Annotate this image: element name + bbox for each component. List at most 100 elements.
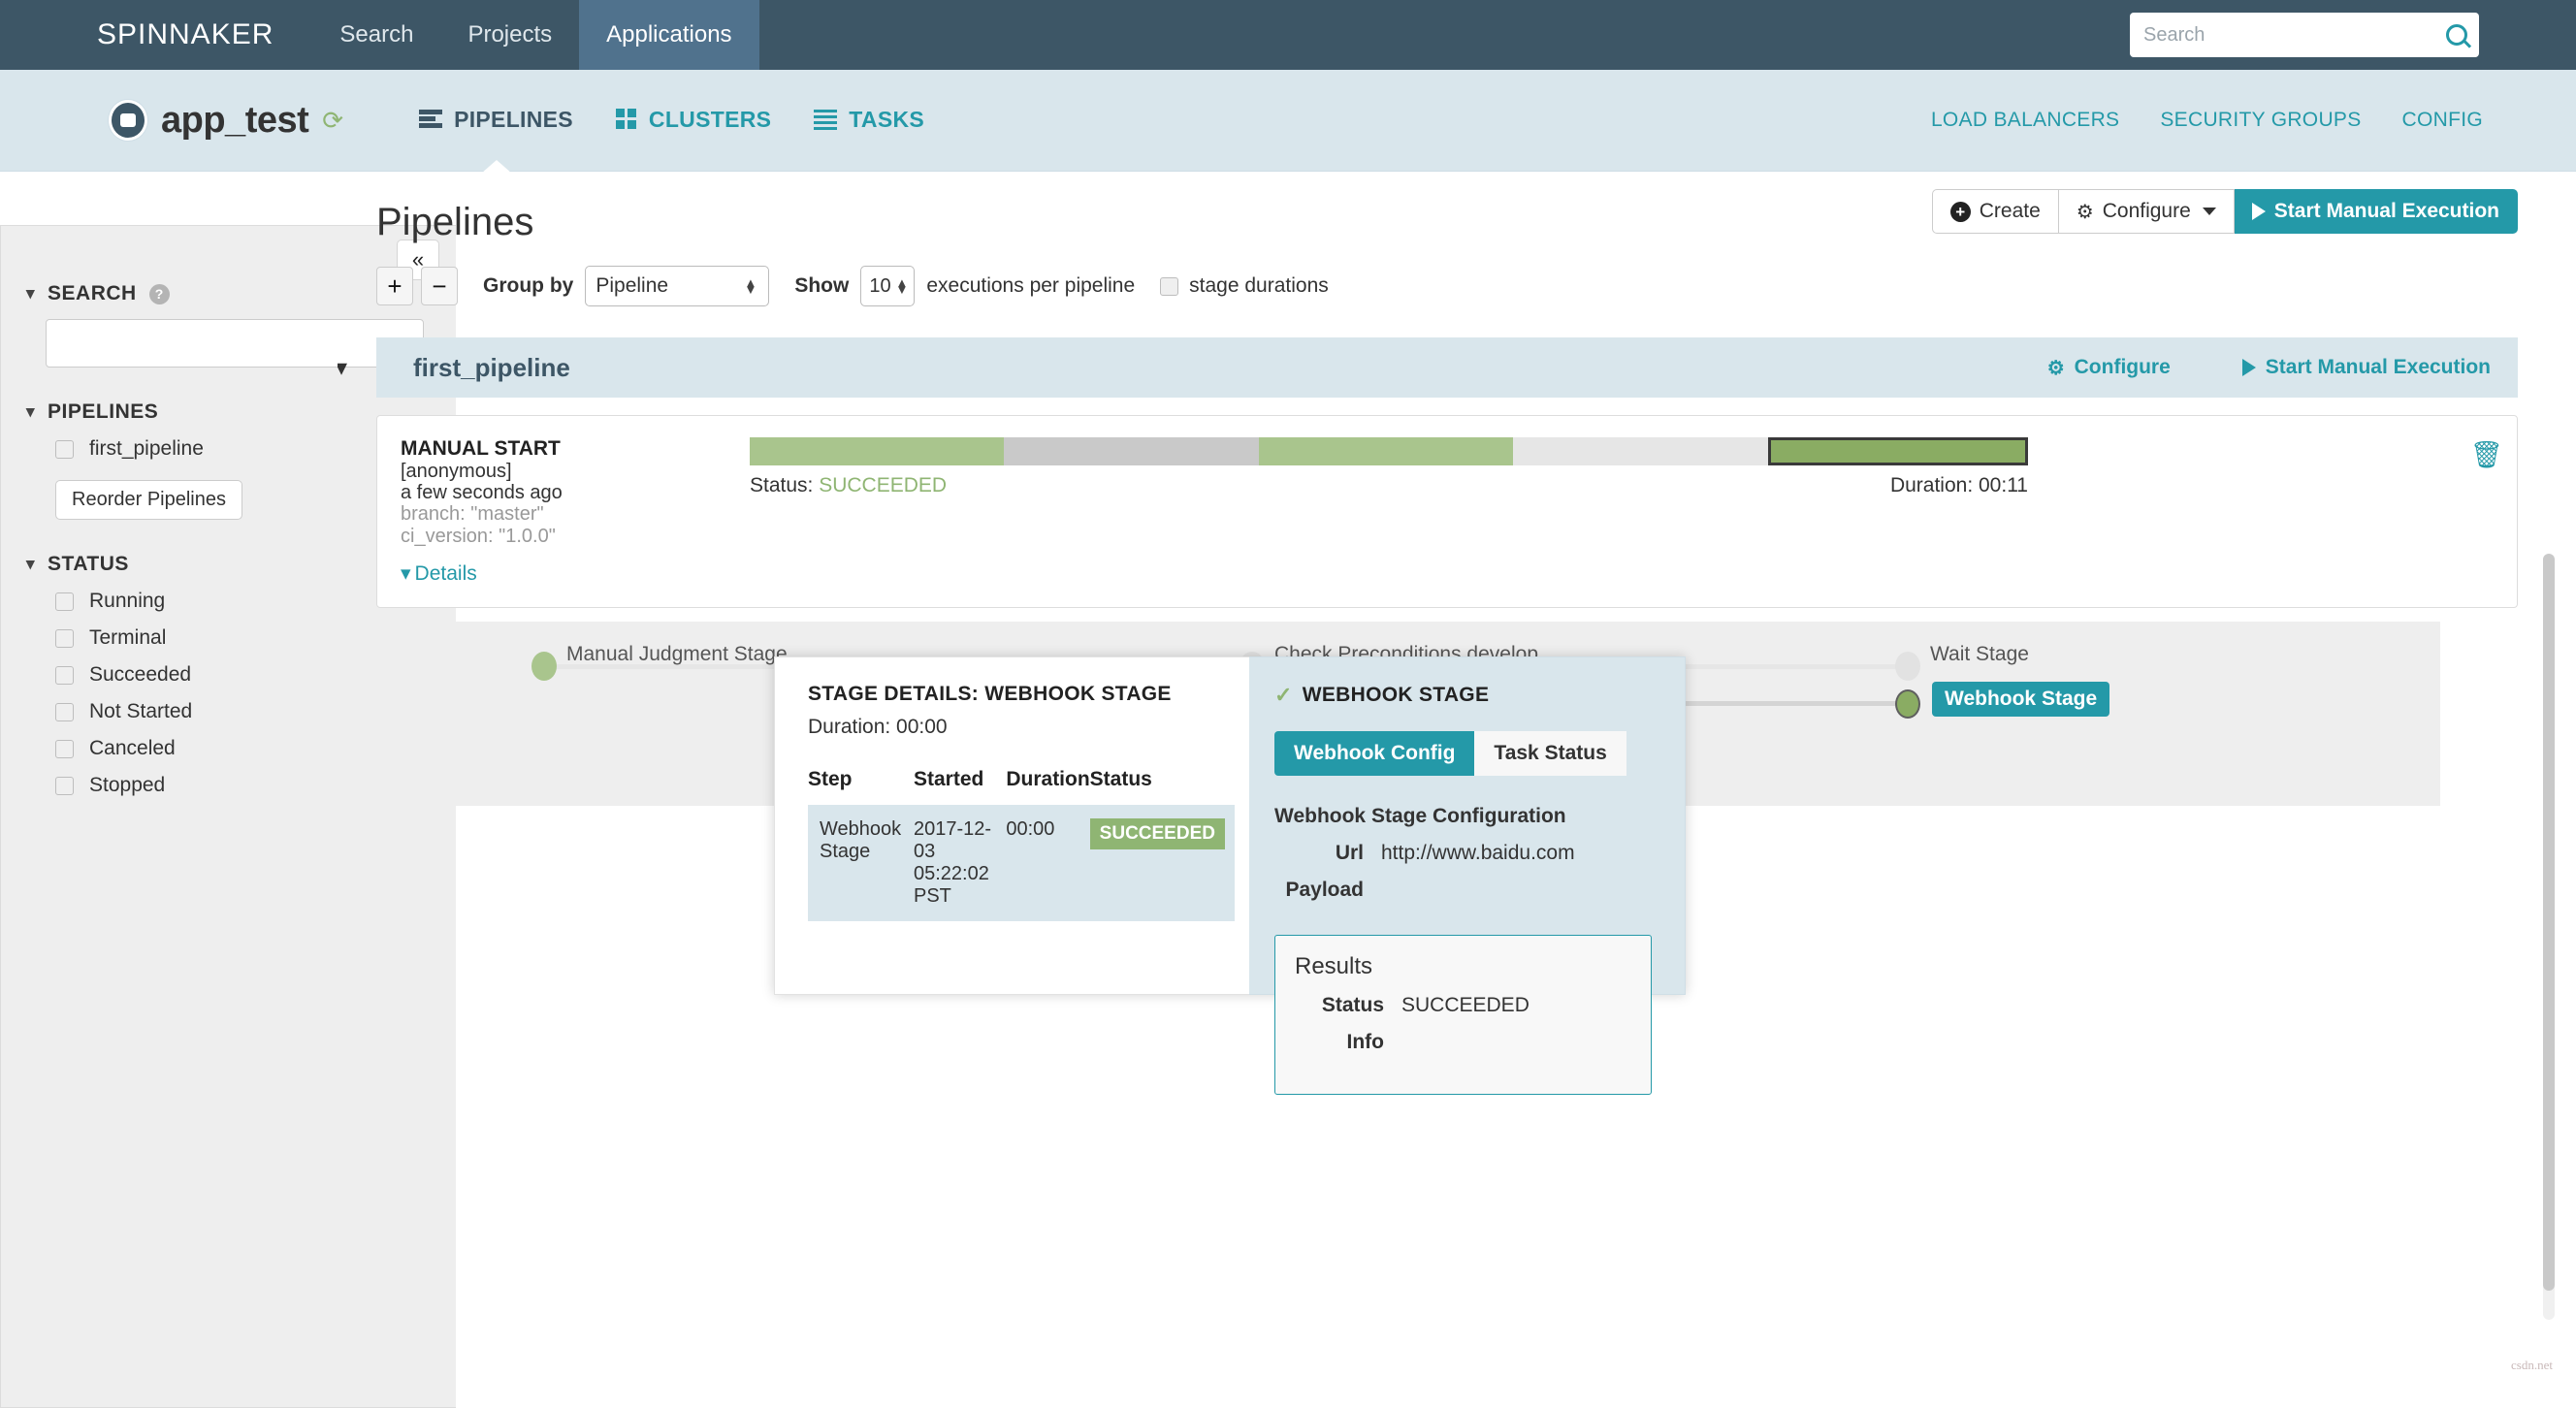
start-manual-execution-button[interactable]: Start Manual Execution [2234,189,2518,234]
gear-icon: ⚙ [2076,201,2094,223]
link-config[interactable]: CONFIG [2402,109,2483,132]
group-by-label: Group by [483,274,574,297]
execution-status-label: Status: [750,474,814,496]
checkbox-succeeded[interactable] [55,665,74,685]
application-nav: PIPELINES CLUSTERS TASKS [419,107,924,174]
stage-durations-toggle[interactable]: stage durations [1160,274,1329,298]
link-load-balancers[interactable]: LOAD BALANCERS [1931,109,2119,132]
brand-logo[interactable]: SPINNAKER [0,0,312,70]
configure-dropdown-button[interactable]: ⚙ Configure [2058,189,2235,234]
expand-all-button[interactable]: + [376,267,413,305]
stage-badge-webhook[interactable]: Webhook Stage [1932,681,2110,717]
cell-step: Webhook Stage [820,818,902,862]
stage-bar[interactable] [1004,437,1259,465]
link-security-groups[interactable]: SECURITY GROUPS [2160,109,2361,132]
results-status-value: SUCCEEDED [1401,994,1530,1016]
stage-bar[interactable] [1513,437,1768,465]
global-search-box[interactable] [2130,13,2479,57]
group-by-value: Pipeline [596,274,669,297]
pipelines-toolbar: + − Group by Pipeline ▲ ▼ Show 10 ▲ ▼ exec… [376,266,2518,306]
stage-label-wait[interactable]: Wait Stage [1930,643,2029,666]
webhook-field-payload: Payload [1274,879,1652,902]
refresh-icon[interactable]: ⟳ [322,106,343,136]
main-scrollbar-track[interactable] [2543,554,2555,1320]
appnav-item-clusters[interactable]: CLUSTERS [615,107,771,135]
tab-task-status[interactable]: Task Status [1474,731,1626,776]
table-row[interactable]: Webhook Stage 2017-12-03 05:22:02 PST 00… [808,805,1235,921]
execution-user: [anonymous] [401,460,512,482]
pipeline-configure-link[interactable]: ⚙ Configure [2047,356,2171,380]
filter-label-succeeded: Succeeded [89,663,192,686]
executions-count-stepper[interactable]: 10 ▲ ▼ [860,266,916,306]
check-icon: ✓ [1274,683,1293,707]
stage-bar[interactable] [750,437,1005,465]
stage-details-panel: STAGE DETAILS: WEBHOOK STAGE Duration: 0… [774,656,1686,1095]
trash-icon[interactable]: 🗑 [2470,439,2503,470]
checkbox-first-pipeline[interactable] [55,439,74,459]
reorder-pipelines-button[interactable]: Reorder Pipelines [55,480,242,520]
global-search-input[interactable] [2141,22,2446,48]
execution-time: a few seconds ago [401,481,563,503]
execution-trigger: MANUAL START [401,437,561,460]
checkbox-terminal[interactable] [55,628,74,648]
webhook-field-url-key: Url [1335,842,1364,864]
stage-node-manual-judgment[interactable] [531,651,557,681]
stage-node-wait[interactable] [1895,651,1920,681]
stage-details-left: STAGE DETAILS: WEBHOOK STAGE Duration: 0… [774,656,1249,995]
search-icon[interactable] [2446,24,2467,46]
group-by-select[interactable]: Pipeline ▲ ▼ [585,266,770,306]
main-scrollbar-thumb[interactable] [2543,554,2555,1291]
execution-bars-footer: Status: SUCCEEDED Duration: 00:11 [750,474,2028,497]
collapse-all-button[interactable]: − [421,267,458,305]
topnav-item-search[interactable]: Search [312,0,440,70]
checkbox-stopped[interactable] [55,776,74,795]
column-header-step: Step [808,768,853,790]
pipeline-start-manual-link[interactable]: Start Manual Execution [2241,356,2491,379]
checkbox-stage-durations[interactable] [1160,276,1179,296]
execution-param-branch: branch: "master" [401,503,544,526]
filter-label-terminal: Terminal [89,626,167,649]
create-button[interactable]: + Create [1931,189,2059,234]
cell-duration: 00:00 [1006,818,1055,840]
topnav-item-applications[interactable]: Applications [579,0,759,70]
execution-card[interactable]: MANUAL START [anonymous] a few seconds a… [376,415,2518,608]
appnav-item-pipelines[interactable]: PIPELINES [419,107,573,174]
stage-node-webhook[interactable] [1895,688,1920,719]
top-navigation-bar: SPINNAKER Search Projects Applications [0,0,2576,70]
execution-stage-bars [750,437,2029,465]
topnav-item-projects[interactable]: Projects [440,0,579,70]
appnav-label-tasks: TASKS [849,106,925,132]
execution-details-link[interactable]: ▾ Details [401,562,721,586]
column-header-started: Started [913,768,984,790]
stage-bar-selected[interactable] [1767,437,2029,465]
play-icon [2241,359,2256,376]
filter-label-canceled: Canceled [89,737,176,759]
chevron-down-icon: ▾ [26,555,36,573]
chevron-down-icon [2202,208,2216,215]
tab-webhook-config[interactable]: Webhook Config [1274,731,1475,776]
stage-label-manual-judgment[interactable]: Manual Judgment Stage [566,643,788,666]
application-logo-icon [109,100,147,141]
checkbox-canceled[interactable] [55,739,74,758]
checkbox-running[interactable] [55,592,74,611]
results-field-info: Info [1295,1031,1631,1054]
executions-count-value: 10 [869,274,891,297]
tasks-icon [814,110,838,130]
checkbox-not-started[interactable] [55,702,74,721]
results-title: Results [1295,953,1373,979]
execution-status-line: Status: SUCCEEDED [750,474,947,497]
stage-bar[interactable] [1258,437,1514,465]
application-title-group: app_test ⟳ [0,100,343,142]
question-mark-icon[interactable]: ? [148,283,170,304]
chevron-updown-icon: ▲ ▼ [744,275,757,297]
pipeline-group-header[interactable]: ▾ first_pipeline ⚙ Configure Start Manua… [338,337,2518,398]
application-header: app_test ⟳ PIPELINES CLUSTERS TASKS LOAD… [0,70,2576,174]
application-name: app_test [161,99,309,141]
cell-started: 2017-12-03 05:22:02 PST [913,818,992,907]
webhook-field-url: Url http://www.baidu.com [1274,842,1652,865]
chevron-down-icon[interactable]: ▾ [338,354,347,382]
stage-durations-label: stage durations [1189,274,1329,297]
webhook-field-url-value: http://www.baidu.com [1381,842,1575,864]
webhook-field-payload-key: Payload [1285,879,1364,901]
appnav-item-tasks[interactable]: TASKS [814,107,924,135]
